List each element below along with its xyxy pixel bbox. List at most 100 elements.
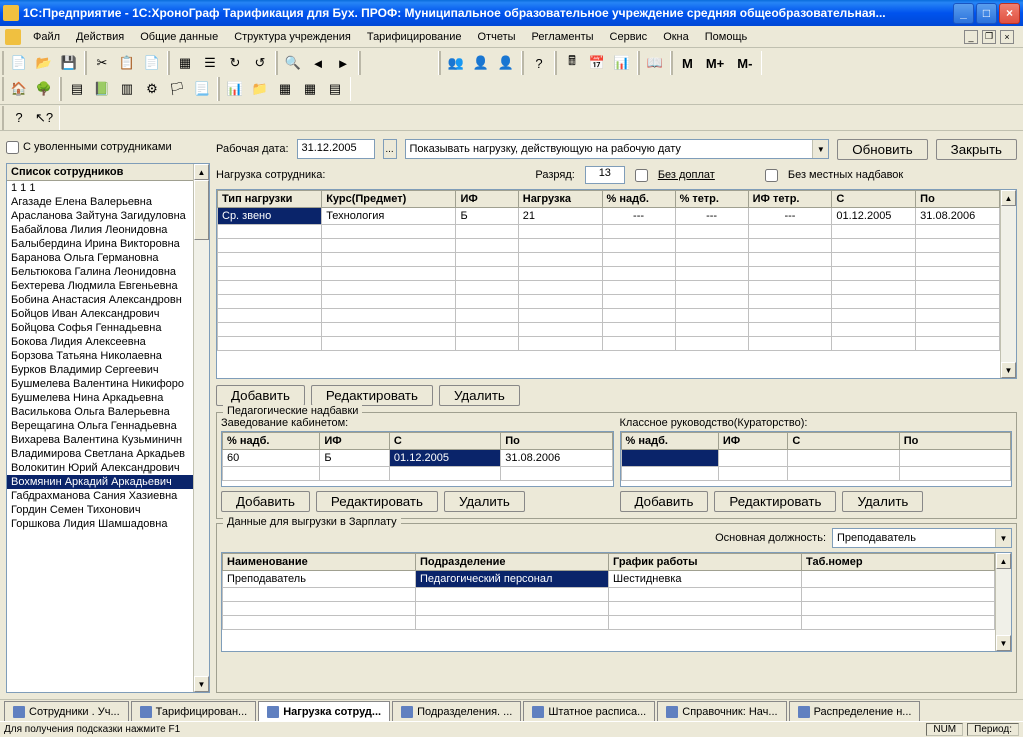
copy-icon[interactable]: 📋 [116,52,138,74]
employee-item[interactable]: Габдрахманова Сания Хазиевна [7,489,193,503]
paste-icon[interactable]: 📄 [141,52,163,74]
close-button[interactable]: × [999,3,1020,24]
menu-reports[interactable]: Отчеты [470,29,524,45]
ped-edit-button[interactable]: Редактировать [316,491,438,512]
tab-workload[interactable]: Нагрузка сотруд... [258,701,390,721]
menu-file[interactable]: Файл [25,29,68,45]
employee-item[interactable]: Агазаде Елена Валерьевна [7,195,193,209]
mdi-restore[interactable]: ❐ [982,30,996,44]
employee-item[interactable]: Бехтерева Людмила Евгеньевна [7,279,193,293]
employee-item[interactable]: Вихарева Валентина Кузьминичн [7,433,193,447]
scroll-thumb[interactable] [194,180,209,240]
month-m[interactable]: M [677,52,698,74]
calendar-icon[interactable]: 📅 [586,52,608,74]
month-mplus[interactable]: M+ [701,52,729,74]
refresh-button[interactable]: Обновить [837,139,927,160]
home-icon[interactable]: 🏠 [8,78,30,100]
menu-windows[interactable]: Окна [655,29,697,45]
folder-icon[interactable]: 📁 [249,78,271,100]
tab-directory[interactable]: Справочник: Нач... [657,701,786,721]
employee-item[interactable]: Бушмелева Нина Аркадьевна [7,391,193,405]
open-icon[interactable]: 📂 [33,52,55,74]
gear-icon[interactable]: ⚙ [141,78,163,100]
employee-item[interactable]: Бурков Владимир Сергеевич [7,363,193,377]
grid-row[interactable]: Преподаватель Педагогический персонал Ше… [223,571,995,588]
employee-item[interactable]: Владимирова Светлана Аркадьев [7,447,193,461]
flag-icon[interactable]: 🏳 [166,78,188,100]
employee-item[interactable]: Гордин Семен Тихонович [7,503,193,517]
mdi-close[interactable]: × [1000,30,1014,44]
menu-help[interactable]: Помощь [697,29,756,45]
employee-item[interactable]: Волокитин Юрий Александрович [7,461,193,475]
employee-item[interactable]: Вохмянин Аркадий Аркадьевич [7,475,193,489]
person2-icon[interactable]: 👤 [495,52,517,74]
maximize-button[interactable]: □ [976,3,997,24]
tool-icon[interactable]: ↺ [249,52,271,74]
tool-icon[interactable]: ↻ [224,52,246,74]
month-mminus[interactable]: M- [732,52,757,74]
employee-item[interactable]: Бойцова Софья Геннадьевна [7,321,193,335]
employee-item[interactable]: Бойцов Иван Александрович [7,307,193,321]
employee-list[interactable]: Список сотрудников 1 1 1Агазаде Елена Ва… [6,163,210,693]
export-scroll-up[interactable]: ▲ [996,553,1011,569]
cut-icon[interactable]: ✂ [91,52,113,74]
find-icon[interactable]: 🔍 [282,52,304,74]
menu-structure[interactable]: Структура учреждения [226,29,359,45]
menu-actions[interactable]: Действия [68,29,132,45]
no-local-checkbox[interactable] [765,169,778,182]
save-icon[interactable]: 💾 [58,52,80,74]
grid-scroll-up[interactable]: ▲ [1001,190,1016,206]
employee-item[interactable]: Бобина Анастасия Александровн [7,293,193,307]
close-form-button[interactable]: Закрыть [936,139,1017,160]
export-grid[interactable]: Наименование Подразделение График работы… [221,552,1012,652]
grid-row[interactable]: Ср. звено Технология Б 21 --- --- --- 01… [218,208,1000,225]
chart2-icon[interactable]: 📊 [224,78,246,100]
klass-add-button[interactable]: Добавить [620,491,709,512]
minimize-button[interactable]: _ [953,3,974,24]
employee-item[interactable]: Борзова Татьяна Николаевна [7,349,193,363]
menu-general[interactable]: Общие данные [132,29,226,45]
context-help-icon[interactable]: ↖? [33,107,55,129]
edit-button[interactable]: Редактировать [311,385,433,406]
tool-icon[interactable]: ▦ [174,52,196,74]
chevron-down-icon[interactable]: ▼ [812,140,828,158]
menu-tariff[interactable]: Тарифицирование [359,29,470,45]
tab-departments[interactable]: Подразделения. ... [392,701,521,721]
calc-icon[interactable]: 🖩 [561,52,583,74]
tab-employees[interactable]: Сотрудники . Уч... [4,701,129,721]
chart-icon[interactable]: 📊 [611,52,633,74]
people-icon[interactable]: 👥 [445,52,467,74]
table-icon[interactable]: ▦ [299,78,321,100]
list-icon[interactable]: ▥ [116,78,138,100]
menu-reglaments[interactable]: Регламенты [524,29,602,45]
ped-delete-button[interactable]: Удалить [444,491,525,512]
mainpos-combo[interactable]: Преподаватель ▼ [832,528,1012,548]
add-button[interactable]: Добавить [216,385,305,406]
book-icon[interactable]: 📖 [644,52,666,74]
employee-item[interactable]: Бокова Лидия Алексеевна [7,335,193,349]
grid-scroll-down[interactable]: ▼ [1001,362,1016,378]
new-icon[interactable]: 📄 [8,52,30,74]
menu-service[interactable]: Сервис [602,29,656,45]
employee-item[interactable]: Арасланова Зайтуна Загидуловна [7,209,193,223]
scroll-up[interactable]: ▲ [194,164,209,180]
employee-item[interactable]: Балыбердина Ирина Викторовна [7,237,193,251]
dismissed-checkbox[interactable] [6,141,19,154]
employee-item[interactable]: 1 1 1 [7,181,193,195]
mdi-minimize[interactable]: _ [964,30,978,44]
grid-icon[interactable]: ▦ [274,78,296,100]
person-icon[interactable]: 👤 [470,52,492,74]
klass-edit-button[interactable]: Редактировать [714,491,836,512]
display-mode-combo[interactable]: Показывать нагрузку, действующую на рабо… [405,139,830,159]
find-prev-icon[interactable]: ◄ [307,52,329,74]
delete-button[interactable]: Удалить [439,385,520,406]
chevron-down-icon[interactable]: ▼ [995,529,1011,547]
employee-item[interactable]: Бельтюкова Галина Леонидовна [7,265,193,279]
tab-tariff[interactable]: Тарифицирован... [131,701,257,721]
employee-item[interactable]: Верещагина Ольга Геннадьевна [7,419,193,433]
employee-item[interactable]: Горшкова Лидия Шамшадовна [7,517,193,531]
grid-row[interactable]: 60 Б 01.12.2005 31.08.2006 [223,450,613,467]
employee-item[interactable]: Бабайлова Лилия Леонидовна [7,223,193,237]
classroom-grid[interactable]: % надб. ИФ С По [620,431,1013,487]
employee-item[interactable]: Василькова Ольга Валерьевна [7,405,193,419]
